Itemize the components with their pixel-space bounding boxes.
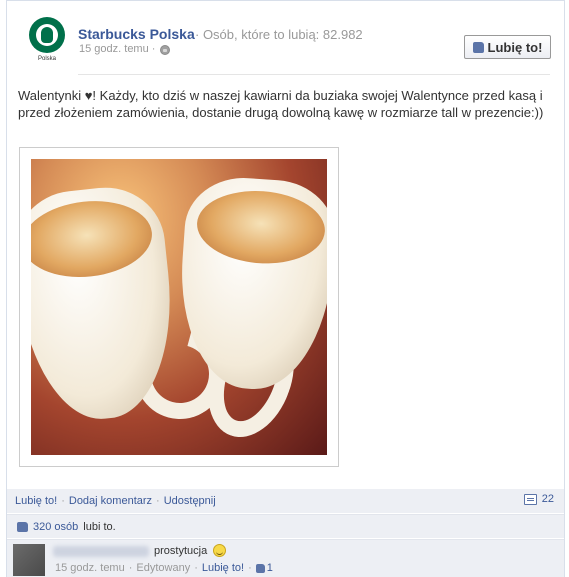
coffee-photo <box>31 159 327 455</box>
thumb-up-icon <box>472 41 484 53</box>
header-divider <box>78 74 550 75</box>
comment-count-value: 22 <box>541 493 554 505</box>
commenter-avatar[interactable] <box>13 544 45 576</box>
like-page-button-label: Lubię to! <box>487 39 543 55</box>
comment-item: prostytucja 15 godz. temu · Edytowany · … <box>7 539 564 577</box>
comment-meta: 15 godz. temu · Edytowany · Lubię to! · … <box>55 562 273 574</box>
share-link[interactable]: Udostępnij <box>164 495 216 507</box>
thumb-up-icon <box>17 521 28 532</box>
comment-icon <box>523 493 537 505</box>
likes-summary-bar: 320 osób lubi to. <box>7 514 564 538</box>
page-avatar[interactable]: Polska <box>27 17 67 65</box>
facebook-post: Polska Starbucks Polska · Osób, które to… <box>6 0 565 577</box>
post-message: Walentynki ♥! Każdy, kto dziś w naszej k… <box>18 88 544 120</box>
comment-edited-label[interactable]: Edytowany <box>136 562 190 574</box>
comment-timestamp[interactable]: 15 godz. temu <box>55 562 125 574</box>
separator: · <box>156 495 160 507</box>
post-photo[interactable] <box>19 147 339 467</box>
comment-like-count[interactable]: 1 <box>255 562 273 574</box>
comment-like-count-value: 1 <box>266 562 273 574</box>
page-likes-count: · Osób, które to lubią: 82.982 <box>195 27 363 42</box>
likes-people-link[interactable]: 320 osób <box>33 521 78 533</box>
separator: · <box>248 562 252 574</box>
smiley-icon <box>213 544 226 557</box>
like-page-button[interactable]: Lubię to! <box>464 35 551 59</box>
thumb-up-icon <box>255 563 265 573</box>
post-timestamp[interactable]: 15 godz. temu · <box>79 43 155 55</box>
separator: · <box>61 495 65 507</box>
separator: · <box>194 562 198 574</box>
comment-text: prostytucja <box>154 545 208 557</box>
post-actions-bar: Lubię to! · Dodaj komentarz · Udostępnij… <box>7 489 564 513</box>
like-post-link[interactable]: Lubię to! <box>15 495 57 507</box>
starbucks-logo-icon <box>29 17 65 53</box>
comment-like-link[interactable]: Lubię to! <box>202 562 244 574</box>
add-comment-link[interactable]: Dodaj komentarz <box>69 495 152 507</box>
separator: · <box>128 562 133 574</box>
globe-icon <box>160 45 170 55</box>
logo-caption: Polska <box>37 56 56 62</box>
commenter-name-blurred[interactable] <box>53 546 149 557</box>
comment-count[interactable]: 22 <box>523 493 554 505</box>
likes-suffix: lubi to. <box>83 520 116 533</box>
page-name-link[interactable]: Starbucks Polska <box>78 26 195 42</box>
